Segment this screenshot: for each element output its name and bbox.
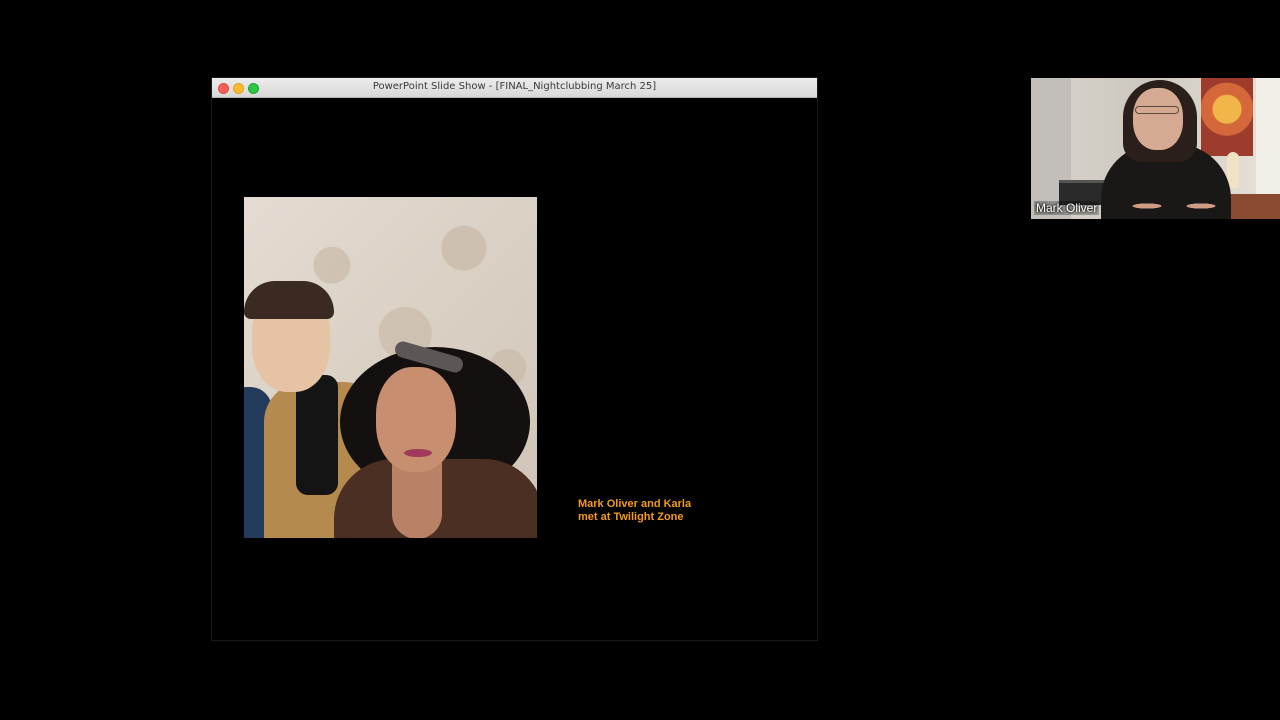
window-titlebar[interactable]: PowerPoint Slide Show - [FINAL_Nightclub… bbox=[212, 78, 817, 98]
painting-background bbox=[1201, 78, 1253, 156]
meeting-stage: PowerPoint Slide Show - [FINAL_Nightclub… bbox=[0, 0, 1280, 720]
slide-photo bbox=[244, 197, 537, 538]
caption-line-2: met at Twilight Zone bbox=[578, 511, 684, 523]
slide-caption: Mark Oliver and Karla met at Twilight Zo… bbox=[578, 498, 748, 524]
window-title: PowerPoint Slide Show - [FINAL_Nightclub… bbox=[372, 81, 657, 92]
participant-video-tile[interactable]: Mark Oliver bbox=[1031, 78, 1280, 219]
slide-content[interactable]: Mark Oliver and Karla met at Twilight Zo… bbox=[212, 98, 817, 640]
powerpoint-slideshow-window: PowerPoint Slide Show - [FINAL_Nightclub… bbox=[212, 78, 817, 640]
participant-name-label: Mark Oliver bbox=[1034, 201, 1100, 215]
caption-line-1: Mark Oliver and Karla bbox=[578, 498, 692, 510]
